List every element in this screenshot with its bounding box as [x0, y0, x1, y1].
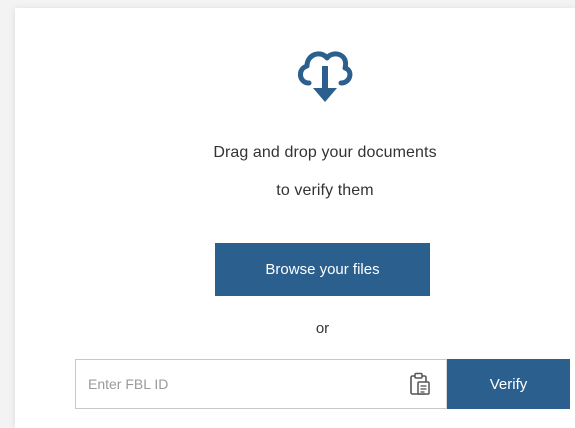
cloud-download-icon: [298, 51, 353, 102]
verify-button[interactable]: Verify: [447, 359, 570, 409]
verify-documents-panel[interactable]: Drag and drop your documents to verify t…: [15, 8, 575, 428]
drop-prompt-line2: to verify them: [276, 182, 374, 199]
fbl-id-input[interactable]: [75, 359, 447, 409]
clipboard-paste-icon[interactable]: [409, 372, 431, 396]
browse-files-button[interactable]: Browse your files: [215, 243, 430, 296]
fbl-id-form: Verify: [75, 359, 570, 409]
or-separator: or: [315, 320, 330, 337]
drop-prompt-line1: Drag and drop your documents: [213, 144, 437, 161]
